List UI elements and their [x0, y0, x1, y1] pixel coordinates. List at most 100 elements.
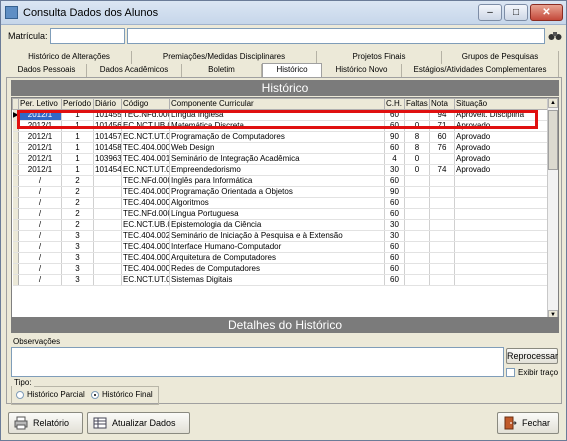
table-row[interactable]: 2012/11101456EC.NCT.UB.00Matemática Disc… — [12, 120, 549, 132]
cell-situacao — [454, 263, 549, 275]
atualizar-dados-button[interactable]: Atualizar Dados — [87, 412, 190, 434]
scroll-up-icon[interactable]: ▲ — [548, 98, 558, 108]
cell-componente: Epistemologia da Ciência — [169, 219, 385, 231]
tipo-label: Tipo: — [12, 378, 34, 387]
cell-situacao — [454, 241, 549, 253]
cell-situacao — [454, 230, 549, 242]
cell-periodo: 3 — [61, 230, 94, 242]
table-row[interactable]: 2012/1 1 103963 TEC.404.0019 Seminário de In… — [12, 153, 549, 165]
cell-diario — [93, 186, 122, 198]
cell-periodo: 3 — [61, 241, 94, 253]
col-codigo[interactable]: Código — [121, 98, 170, 110]
matricula-input[interactable] — [50, 28, 125, 44]
cell-codigo: EC.NCT.UT.00 — [121, 274, 170, 286]
cell-diario — [93, 197, 122, 209]
cell-faltas: 0 — [404, 153, 430, 165]
cell-per-letivo: / — [18, 197, 62, 209]
cell-faltas — [404, 109, 430, 121]
table-row[interactable]: /3 TEC.404.0023 Seminário de Iniciação à P… — [12, 230, 549, 242]
historico-grid[interactable]: Per. Letivo Período Diário Código Compon… — [11, 97, 559, 322]
cell-faltas — [404, 208, 430, 220]
historico-header: Histórico — [11, 80, 559, 96]
observacoes-textarea[interactable] — [11, 347, 504, 377]
cell-periodo: 3 — [61, 263, 94, 275]
table-row[interactable]: /3 EC.NCT.UT.00Sistemas Digitais60 — [12, 274, 549, 286]
tab-dados-academicos[interactable]: Dados Acadêmicos — [87, 64, 182, 77]
cell-periodo: 1 — [61, 120, 94, 132]
historico-panel: Histórico Per. Letivo Período Diário Cód… — [6, 77, 562, 405]
search-binoculars-icon[interactable] — [548, 31, 562, 41]
matricula-label: Matrícula: — [8, 31, 48, 41]
minimize-button[interactable]: – — [478, 4, 502, 21]
cell-componente: Arquitetura de Computadores — [169, 252, 385, 264]
table-row[interactable]: /2 EC.NCT.UB.00Epistemologia da Ciência30 — [12, 219, 549, 231]
tab-historico-novo[interactable]: Histórico Novo — [322, 64, 402, 77]
cell-ch: 30 — [384, 230, 405, 242]
col-situacao[interactable]: Situação — [454, 98, 549, 110]
cell-per-letivo: 2012/1 — [18, 120, 62, 132]
cell-per-letivo: / — [18, 230, 62, 242]
exit-door-icon — [504, 416, 517, 430]
tab-boletim[interactable]: Boletim — [182, 64, 262, 77]
table-row[interactable]: /3 TEC.404.0006 Interface Humano-Computado… — [12, 241, 549, 253]
fechar-button[interactable]: Fechar — [497, 412, 559, 434]
cell-diario — [93, 252, 122, 264]
table-row[interactable]: /2 TEC.404.0002 Programação Orientada a Ob… — [12, 186, 549, 198]
cell-per-letivo: 2012/1 — [18, 109, 62, 121]
cell-faltas — [404, 230, 430, 242]
maximize-button[interactable]: □ — [504, 4, 528, 21]
cell-ch: 90 — [384, 131, 405, 143]
cell-codigo: EC.NCT.UB.00 — [121, 219, 170, 231]
cell-nota — [429, 252, 455, 264]
cell-nota: 76 — [429, 142, 455, 154]
close-button[interactable]: ✕ — [530, 4, 563, 21]
cell-codigo: TEC.NFd.0006 — [121, 175, 170, 187]
table-row[interactable]: 2012/1 1 101458 TEC.404.0001 Web Design 60 8 76… — [12, 142, 549, 154]
historico-final-radio[interactable] — [91, 391, 99, 399]
title-bar[interactable]: Consulta Dados dos Alunos – □ ✕ — [1, 1, 566, 25]
observacoes-label: Observações — [13, 337, 61, 346]
table-row[interactable]: /2 TEC.NFd.0001Língua Portuguesa60 — [12, 208, 549, 220]
cell-faltas: 0 — [404, 164, 430, 176]
vertical-scrollbar[interactable]: ▲ ▼ — [547, 98, 558, 321]
col-diario[interactable]: Diário — [93, 98, 122, 110]
tab-historico-alteracoes[interactable]: Histórico de Alterações — [7, 51, 132, 64]
table-row[interactable]: /2 TEC.NFd.0006Inglês para Informática60 — [12, 175, 549, 187]
cell-componente: Matemática Discreta — [169, 120, 385, 132]
col-componente[interactable]: Componente Curricular — [169, 98, 385, 110]
col-faltas[interactable]: Faltas — [404, 98, 430, 110]
tab-grupos-pesquisas[interactable]: Grupos de Pesquisas — [442, 51, 559, 64]
col-per-letivo[interactable]: Per. Letivo — [18, 98, 62, 110]
col-periodo[interactable]: Período — [61, 98, 94, 110]
cell-ch: 30 — [384, 164, 405, 176]
table-row[interactable]: 2012/11101457EC.NCT.UT.00Programação de … — [12, 131, 549, 143]
table-row[interactable]: /3 TEC.404.0004 Redes de Computadores 60 — [12, 263, 549, 275]
relatorio-button[interactable]: Relatório — [8, 412, 83, 434]
tab-projetos-finais[interactable]: Projetos Finais — [317, 51, 442, 64]
table-row[interactable]: 2012/11101454EC.NCT.UT.00Empreendedorism… — [12, 164, 549, 176]
cell-diario: 103963 — [93, 153, 122, 165]
historico-parcial-radio[interactable] — [16, 391, 24, 399]
cell-faltas — [404, 175, 430, 187]
cell-codigo: TEC.404.0006 — [121, 241, 170, 253]
tab-historico[interactable]: Histórico — [262, 63, 322, 77]
cell-codigo: EC.NCT.UT.00 — [121, 164, 170, 176]
cell-codigo: TEC.404.0001 — [121, 142, 170, 154]
historico-final-label: Histórico Final — [102, 390, 153, 399]
scroll-thumb[interactable] — [548, 110, 558, 170]
table-row[interactable]: /2 TEC.404.0003 Algoritmos 60 — [12, 197, 549, 209]
tab-dados-pessoais[interactable]: Dados Pessoais — [7, 64, 87, 77]
table-row[interactable]: /3 TEC.404.0005 Arquitetura de Computadore… — [12, 252, 549, 264]
cell-nota — [429, 274, 455, 286]
col-nota[interactable]: Nota — [429, 98, 455, 110]
fechar-label: Fechar — [522, 418, 551, 428]
cell-codigo: TEC.404.0023 — [121, 230, 170, 242]
col-ch[interactable]: C.H. — [384, 98, 405, 110]
detalhes-header: Detalhes do Histórico — [11, 317, 559, 333]
table-row[interactable]: ▶2012/11101455TEC.NFd.0004Língua Inglesa… — [12, 109, 549, 121]
exibir-traco-checkbox[interactable] — [506, 368, 515, 377]
tab-estagios[interactable]: Estágios/Atividades Complementares — [402, 64, 559, 77]
cell-componente: Seminário de Iniciação à Pesquisa e à Ex… — [169, 230, 385, 242]
cell-periodo: 2 — [61, 208, 94, 220]
reprocessar-button[interactable]: Reprocessar — [506, 348, 558, 364]
